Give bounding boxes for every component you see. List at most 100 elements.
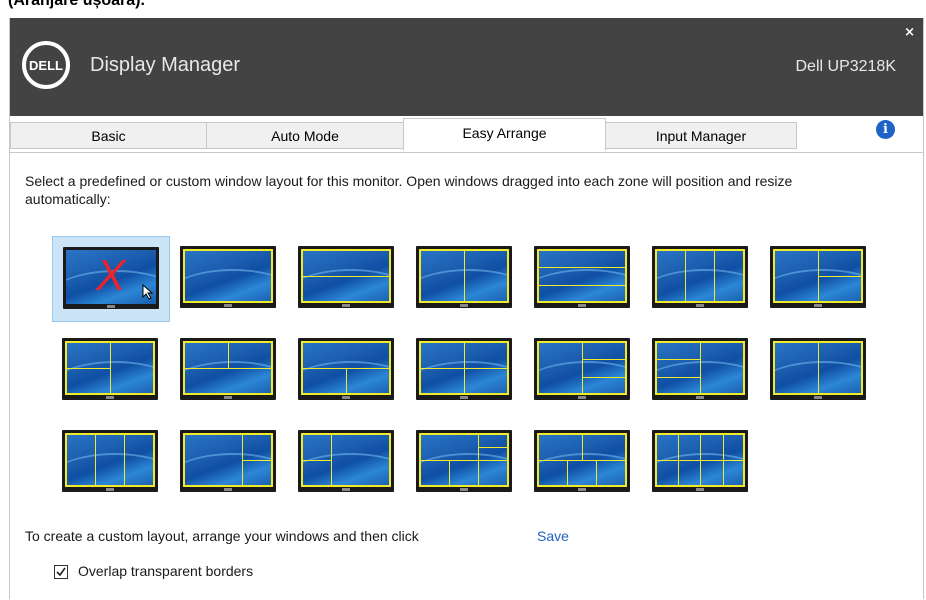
monitor-thumbnail (770, 338, 866, 400)
title-bar: DELL Display Manager Dell UP3218K × (10, 18, 923, 116)
page-caption: (Aranjare ușoară). (8, 0, 145, 9)
monitor-thumbnail (416, 430, 512, 492)
monitor-stand (578, 396, 586, 399)
zone-divider (242, 460, 273, 461)
dell-logo: DELL (22, 41, 70, 89)
layout-option[interactable] (288, 420, 406, 506)
monitor-thumbnail (534, 338, 630, 400)
layout-option[interactable] (406, 328, 524, 414)
layout-option[interactable] (288, 236, 406, 322)
screen-preview (773, 249, 863, 303)
zone-divider (448, 460, 450, 487)
zone-divider (537, 284, 627, 286)
zone-divider (419, 368, 509, 369)
monitor-stand (224, 396, 232, 399)
screen-preview (655, 433, 745, 487)
layout-option[interactable] (642, 236, 760, 322)
zone-divider (684, 249, 686, 303)
monitor-thumbnail (534, 430, 630, 492)
zone-divider (722, 433, 724, 487)
zone-divider (478, 460, 480, 487)
monitor-thumbnail (180, 246, 276, 308)
screen-preview (419, 341, 509, 395)
info-icon[interactable]: i (876, 120, 895, 139)
zone-divider (330, 433, 332, 487)
monitor-thumbnail (180, 430, 276, 492)
zone-divider (94, 433, 96, 487)
monitor-thumbnail (62, 338, 158, 400)
tab-input-manager[interactable]: Input Manager (605, 122, 797, 149)
monitor-stand (578, 304, 586, 307)
monitor-stand (224, 304, 232, 307)
zone-divider (655, 460, 745, 461)
layout-option[interactable] (288, 328, 406, 414)
screen-preview (537, 341, 627, 395)
monitor-thumbnail (180, 338, 276, 400)
zone-divider (818, 341, 819, 395)
monitor-thumbnail (770, 246, 866, 308)
tab-basic[interactable]: Basic (10, 122, 207, 149)
monitor-thumbnail (298, 430, 394, 492)
zone-divider (537, 266, 627, 268)
layout-option[interactable] (642, 328, 760, 414)
layout-option[interactable] (524, 236, 642, 322)
zone-divider (582, 341, 583, 395)
screen-preview (183, 433, 273, 487)
zone-divider (582, 358, 627, 360)
zone-divider (582, 433, 583, 460)
cursor-icon (142, 283, 154, 304)
monitor-stand (342, 304, 350, 307)
layout-zone-border (537, 249, 627, 303)
monitor-stand (814, 396, 822, 399)
monitor-stand (342, 396, 350, 399)
monitor-name: Dell UP3218K (795, 58, 897, 75)
zone-divider (677, 433, 679, 487)
zone-divider (714, 249, 716, 303)
layout-option[interactable] (524, 420, 642, 506)
zone-divider (537, 460, 627, 461)
screen-preview (655, 341, 745, 395)
screen-preview (65, 341, 155, 395)
monitor-stand (460, 396, 468, 399)
layout-option[interactable]: X (52, 236, 170, 322)
zone-divider (478, 446, 509, 448)
monitor-stand (460, 304, 468, 307)
screen-preview (65, 433, 155, 487)
layout-option[interactable] (760, 328, 878, 414)
layout-option[interactable] (170, 420, 288, 506)
layout-option[interactable] (170, 236, 288, 322)
layout-option[interactable] (406, 420, 524, 506)
screen-preview (537, 433, 627, 487)
zone-divider (566, 460, 568, 487)
monitor-thumbnail (534, 246, 630, 308)
zone-divider (700, 341, 701, 395)
layout-description: Select a predefined or custom window lay… (25, 173, 793, 207)
layout-option[interactable] (760, 236, 878, 322)
monitor-thumbnail: X (63, 247, 159, 309)
checkmark-icon (56, 567, 66, 577)
custom-layout-hint: To create a custom layout, arrange your … (25, 528, 419, 544)
monitor-thumbnail (652, 246, 748, 308)
layout-zone-border (655, 249, 745, 303)
save-link[interactable]: Save (537, 528, 569, 544)
layout-option[interactable] (524, 328, 642, 414)
layout-option[interactable] (52, 420, 170, 506)
monitor-stand (106, 488, 114, 491)
close-icon[interactable]: × (904, 26, 915, 39)
zone-divider (655, 358, 700, 360)
layout-option[interactable] (642, 420, 760, 506)
zone-divider (346, 368, 347, 395)
overlap-checkbox[interactable] (54, 565, 68, 579)
screen-preview (773, 341, 863, 395)
layout-option[interactable] (406, 236, 524, 322)
tab-auto-mode[interactable]: Auto Mode (206, 122, 404, 149)
zone-divider (301, 460, 331, 461)
monitor-stand (578, 488, 586, 491)
monitor-thumbnail (416, 338, 512, 400)
layout-option[interactable] (170, 328, 288, 414)
monitor-thumbnail (416, 246, 512, 308)
tab-easy-arrange[interactable]: Easy Arrange (403, 118, 606, 151)
zone-divider (65, 368, 110, 369)
zone-divider (183, 368, 273, 369)
layout-option[interactable] (52, 328, 170, 414)
